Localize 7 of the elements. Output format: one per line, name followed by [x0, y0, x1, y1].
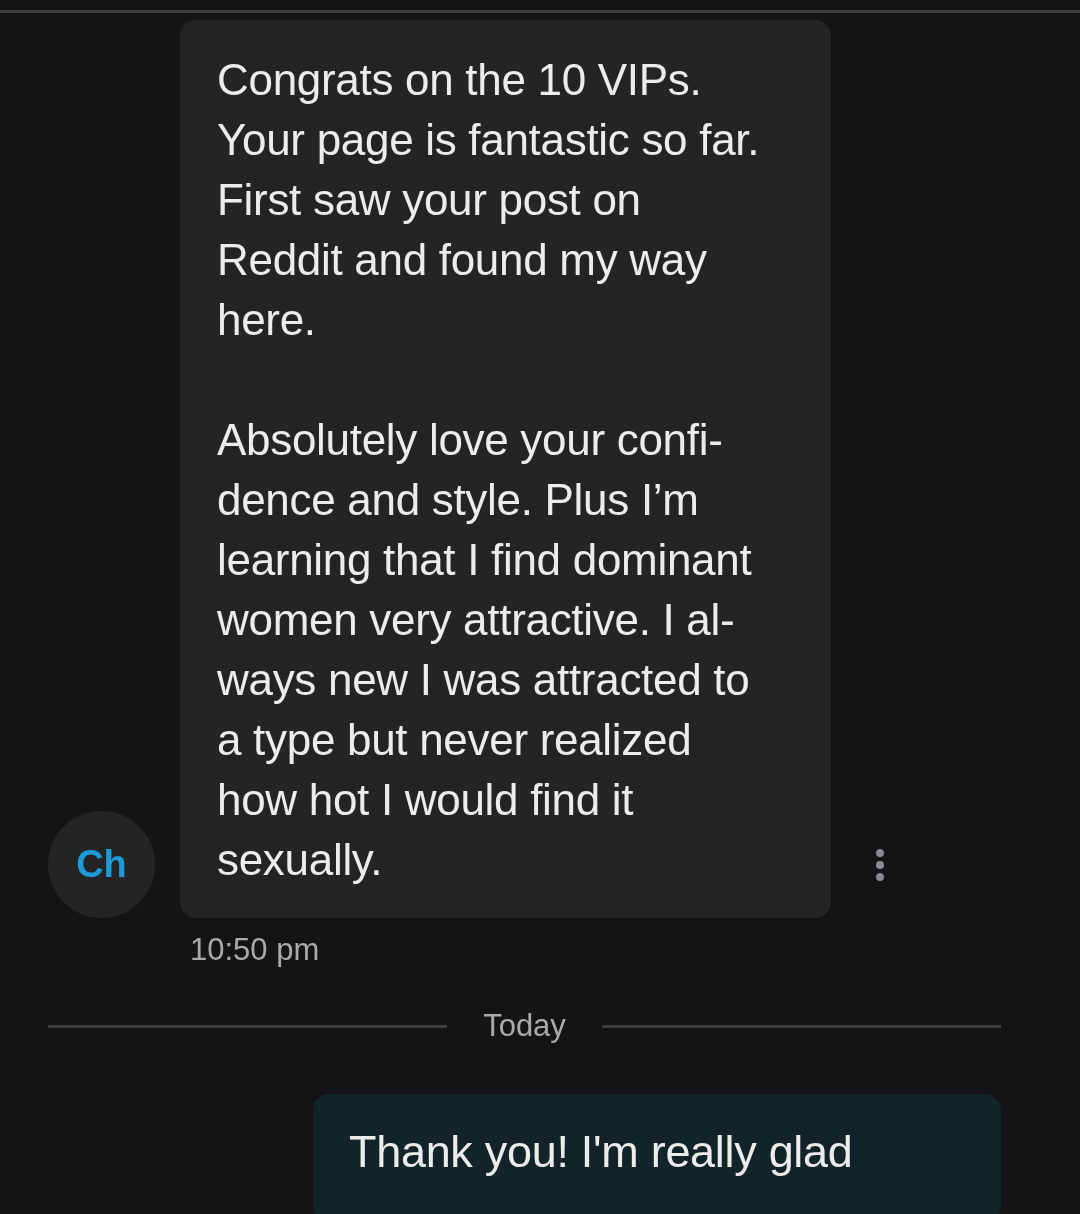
avatar[interactable]: Ch: [48, 811, 155, 918]
message-text: Thank you! I'm really glad: [349, 1125, 854, 1179]
message-text: Absolutely love your confi- dence and style. Plus I’m learning that I find dominant women very attractive. I al- ways new I was attracted to a type but never realized how hot I would find it sexually.: [217, 414, 753, 886]
date-divider-label: Today: [482, 1008, 567, 1044]
more-options-icon[interactable]: [875, 848, 885, 882]
message-text: Congrats on the 10 VIPs. Your page is fantastic so far. First saw your post on Reddit and found my way here.: [217, 54, 761, 346]
message-time: 10:50 pm: [190, 932, 321, 968]
